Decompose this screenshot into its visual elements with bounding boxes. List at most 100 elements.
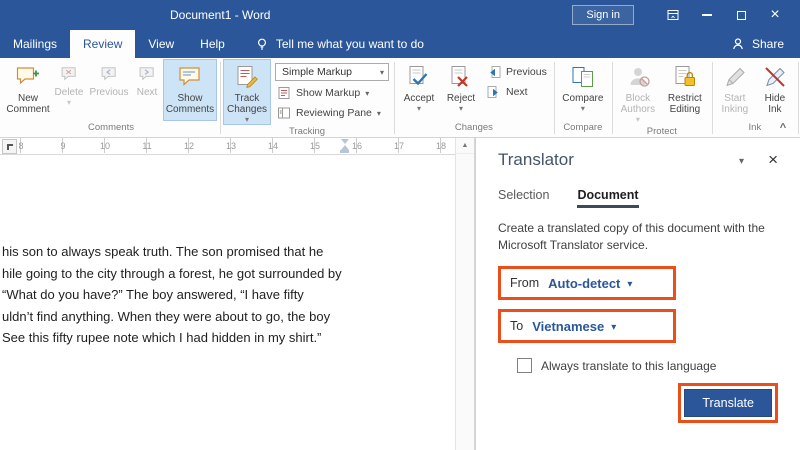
restore-button[interactable] (724, 0, 758, 30)
tab-mailings[interactable]: Mailings (0, 30, 70, 58)
left-indent-icon (340, 150, 349, 153)
previous-change-icon (490, 65, 501, 78)
minimize-button[interactable] (690, 0, 724, 30)
new-comment-icon (16, 67, 39, 85)
ribbon: New Comment Delete Previous Next (0, 58, 800, 138)
next-change-label: Next (506, 85, 528, 98)
track-changes-dropdown-icon (245, 115, 249, 124)
ribbon-group-tracking: Track Changes Simple Markup Show Markup (220, 58, 395, 137)
previous-comment-button[interactable]: Previous (87, 59, 131, 121)
translate-button[interactable]: Translate (684, 389, 772, 417)
reject-button[interactable]: Reject (441, 59, 481, 121)
document-text-line: “What do you have?” The boy answered, “I… (2, 287, 304, 303)
display-for-review-dropdown[interactable]: Simple Markup (275, 63, 389, 81)
accept-icon (409, 66, 428, 86)
indent-marker[interactable] (340, 139, 349, 153)
show-markup-button[interactable]: Show Markup (275, 84, 389, 101)
start-inking-button[interactable]: Start Inking (715, 59, 755, 121)
track-changes-icon (237, 66, 258, 89)
from-label: From (510, 276, 540, 290)
group-label-changes: Changes (454, 122, 493, 133)
restrict-editing-button[interactable]: Restrict Editing (661, 59, 709, 125)
translator-description: Create a translated copy of this documen… (498, 221, 765, 252)
document-page[interactable]: his son to always speak truth. The son p… (0, 155, 455, 450)
window-title: Document1 - Word (170, 8, 271, 22)
close-button[interactable] (758, 0, 792, 30)
to-dropdown-caret-icon[interactable] (611, 317, 616, 335)
ruler-strip: 8 9 10 11 12 13 14 15 16 17 18 (0, 138, 455, 153)
share-label: Share (751, 37, 784, 51)
tab-review[interactable]: Review (70, 30, 136, 58)
restore-icon (736, 10, 746, 20)
always-translate-label: Always translate to this language (541, 358, 717, 373)
sign-in-button[interactable]: Sign in (572, 5, 634, 25)
group-label-protect: Protect (646, 126, 677, 137)
ruler-numbers: 8 9 10 11 12 13 14 15 16 17 18 (0, 138, 455, 153)
ruler-number: 9 (60, 141, 66, 151)
to-annotation-box: To Vietnamese (498, 309, 676, 343)
ribbon-group-protect: Block Authors Restrict Editing Protect (612, 58, 713, 137)
document-text-line: his son to always speak truth. The son p… (2, 244, 324, 259)
tracking-options-column: Simple Markup Show Markup Reviewing Pane (271, 59, 391, 125)
translate-annotation-box: Translate (678, 383, 778, 423)
show-markup-caret-icon (365, 87, 369, 99)
tab-selector[interactable] (2, 139, 17, 154)
next-change-button[interactable]: Next (485, 83, 549, 100)
to-language-dropdown[interactable]: Vietnamese (532, 319, 604, 334)
ribbon-group-compare: Compare Compare (554, 58, 613, 137)
block-authors-button[interactable]: Block Authors (615, 59, 661, 125)
hide-ink-button[interactable]: Hide Ink (755, 59, 795, 121)
pane-menu-button[interactable] (739, 151, 744, 169)
group-label-tracking: Tracking (288, 126, 326, 137)
person-icon (733, 38, 743, 50)
reject-icon (451, 66, 468, 87)
always-translate-checkbox[interactable] (517, 358, 532, 373)
reject-dropdown-icon (459, 104, 463, 113)
tell-me-box[interactable]: Tell me what you want to do (242, 30, 437, 58)
from-language-dropdown[interactable]: Auto-detect (548, 276, 620, 291)
ruler-number: 11 (142, 141, 152, 151)
tab-document[interactable]: Document (577, 188, 639, 208)
group-label-comments: Comments (88, 122, 134, 133)
ribbon-display-options-button[interactable] (656, 0, 690, 30)
track-changes-button[interactable]: Track Changes (223, 59, 271, 125)
always-translate-row: Always translate to this language (517, 358, 780, 373)
hide-ink-icon (765, 67, 785, 87)
ruler-number: 17 (393, 141, 404, 151)
start-inking-icon (726, 67, 745, 87)
next-comment-button[interactable]: Next (131, 59, 163, 121)
next-comment-icon (139, 67, 154, 81)
block-authors-icon (630, 68, 650, 87)
from-dropdown-caret-icon[interactable] (627, 274, 632, 292)
ribbon-group-comments: New Comment Delete Previous Next (2, 58, 221, 137)
collapse-ribbon-button[interactable] (774, 118, 792, 132)
show-markup-label: Show Markup (296, 86, 361, 99)
tab-selection[interactable]: Selection (498, 188, 549, 208)
reviewing-pane-label: Reviewing Pane (296, 106, 372, 119)
delete-comment-icon (61, 67, 76, 81)
previous-change-button[interactable]: Previous (485, 63, 549, 80)
tab-view[interactable]: View (135, 30, 187, 58)
show-comments-button[interactable]: Show Comments (163, 59, 217, 121)
pane-close-button[interactable] (768, 151, 778, 170)
tab-help[interactable]: Help (187, 30, 238, 58)
tell-me-label: Tell me what you want to do (275, 37, 424, 51)
first-line-indent-icon (340, 139, 349, 144)
translate-button-row: Translate (498, 383, 780, 423)
close-icon (770, 6, 779, 24)
main-area: 8 9 10 11 12 13 14 15 16 17 18 his son to always s… (0, 138, 800, 450)
compare-button[interactable]: Compare (557, 59, 609, 121)
translator-pane: Translator Selection Document Create a t… (475, 138, 800, 450)
reviewing-pane-button[interactable]: Reviewing Pane (275, 104, 389, 121)
document-scrollbar[interactable] (455, 138, 475, 450)
horizontal-ruler[interactable]: 8 9 10 11 12 13 14 15 16 17 18 (0, 138, 455, 155)
block-authors-dropdown-icon (636, 115, 640, 124)
share-button[interactable]: Share (715, 30, 800, 58)
delete-comment-button[interactable]: Delete (51, 59, 87, 121)
new-comment-button[interactable]: New Comment (5, 59, 51, 121)
titlebar-controls: Sign in (572, 0, 800, 30)
tab-selector-icon (6, 143, 13, 150)
ribbon-tab-bar: Mailings Review View Help Tell me what y… (0, 30, 800, 58)
title-bar: Document1 - Word Sign in (0, 0, 800, 30)
accept-button[interactable]: Accept (397, 59, 441, 121)
